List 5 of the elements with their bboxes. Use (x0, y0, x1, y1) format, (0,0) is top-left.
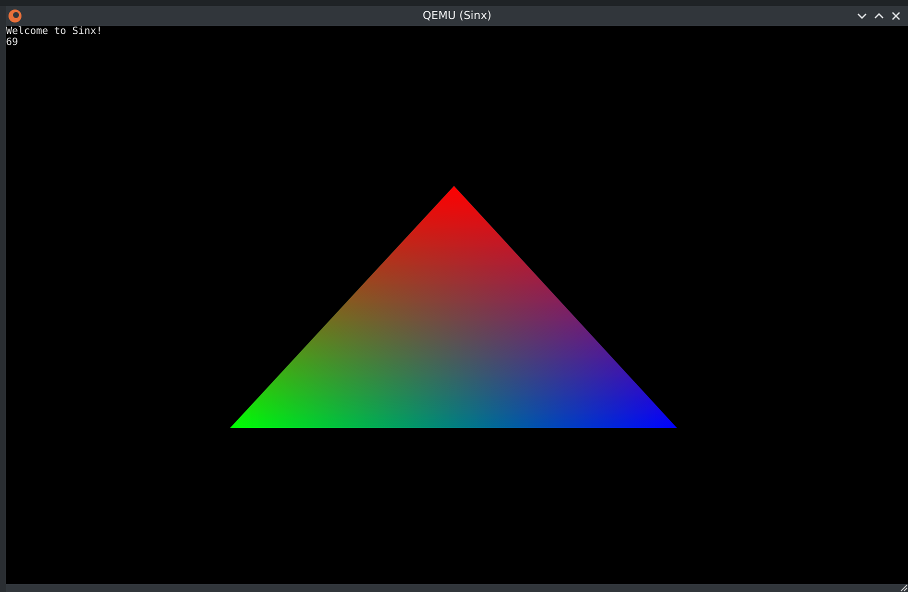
console-text: 69 (6, 36, 18, 48)
console-text: Welcome to Sinx! (6, 26, 102, 37)
resize-grip-icon[interactable] (900, 584, 908, 592)
window-title: QEMU (Sinx) (422, 9, 492, 22)
close-button[interactable] (890, 10, 902, 22)
